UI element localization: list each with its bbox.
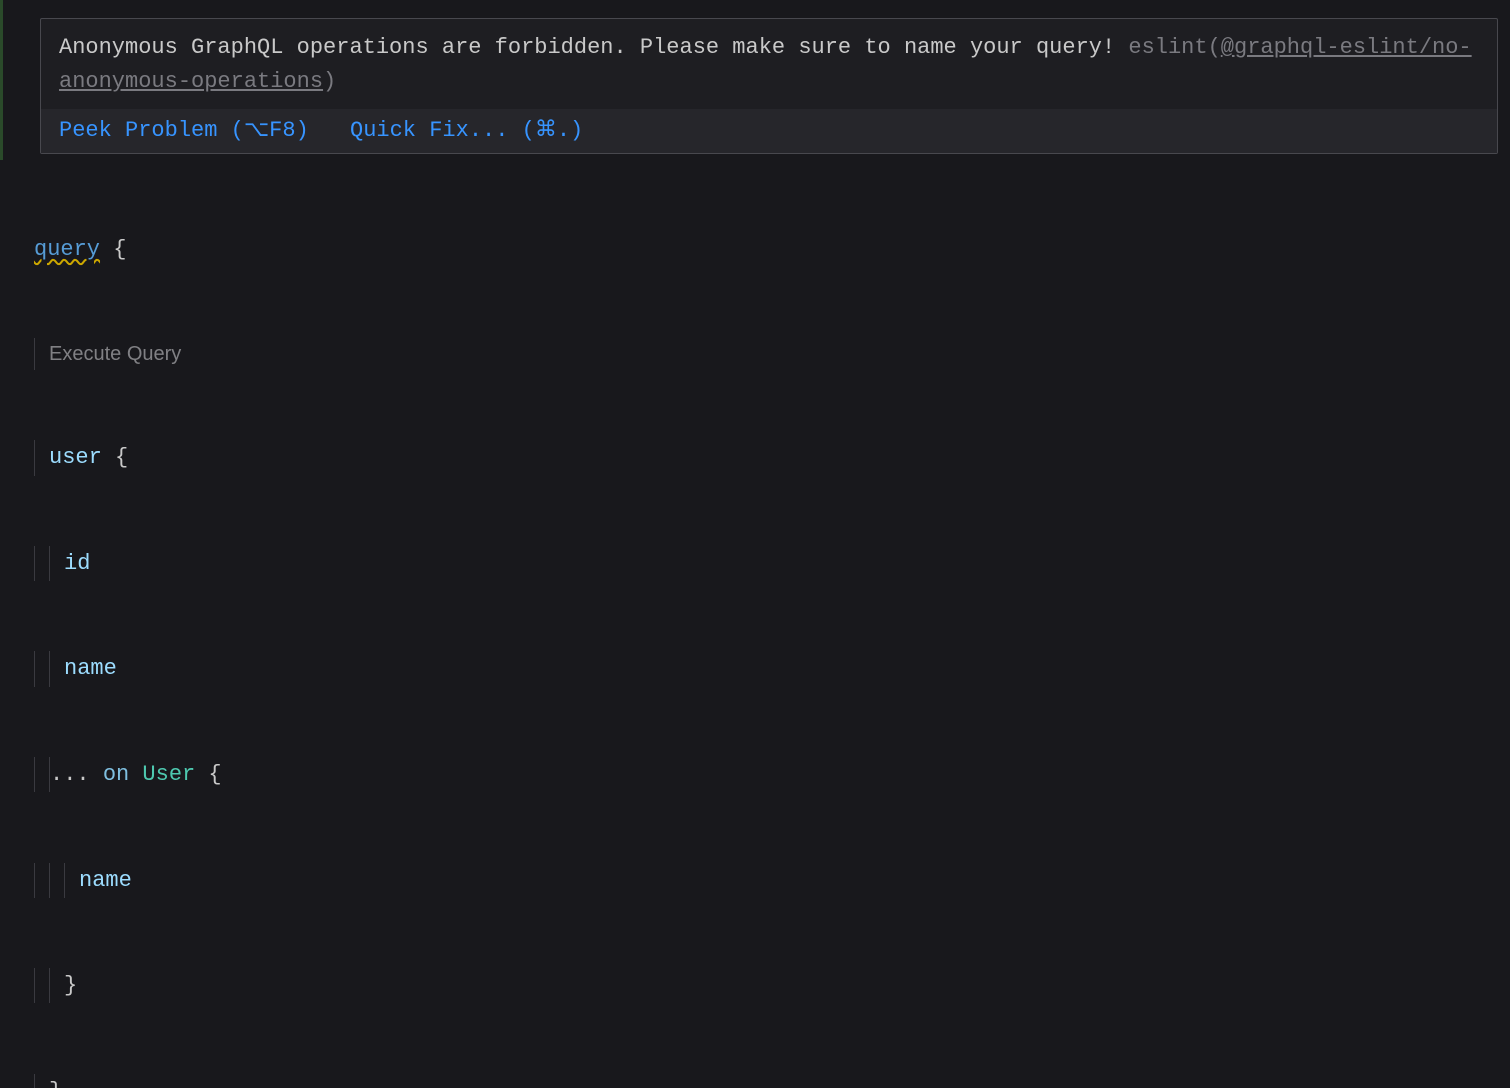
token-field: user [49,445,102,470]
token-field: name [79,868,132,893]
code-line: ... on User { [34,757,1510,792]
token-type: User [129,762,195,787]
problem-message-text: Anonymous GraphQL operations are forbidd… [59,35,1115,60]
code-line: id [34,546,1510,581]
problem-hover-widget: Anonymous GraphQL operations are forbidd… [40,18,1498,154]
token-field: id [64,551,90,576]
problem-actions-bar: Peek Problem (⌥F8) Quick Fix... (⌘.) [41,109,1497,153]
peek-problem-action[interactable]: Peek Problem (⌥F8) [59,118,309,143]
codelens-execute-query[interactable]: Execute Query [34,338,1510,370]
code-line: } [34,968,1510,1003]
quick-fix-action[interactable]: Quick Fix... (⌘.) [350,118,583,143]
code-line: name [34,863,1510,898]
problem-message: Anonymous GraphQL operations are forbidd… [41,19,1497,109]
code-line: query { [34,232,1510,267]
code-line: } [34,1074,1510,1088]
token-keyword-query: query [34,237,100,262]
code-line: name [34,651,1510,686]
token-keyword-on: on [103,762,129,787]
gutter-accent [0,0,3,160]
problem-source: eslint( [1128,35,1220,60]
code-line: user { [34,440,1510,475]
code-editor[interactable]: query { Execute Query user { id name ...… [34,162,1510,1088]
token-field: name [64,656,117,681]
